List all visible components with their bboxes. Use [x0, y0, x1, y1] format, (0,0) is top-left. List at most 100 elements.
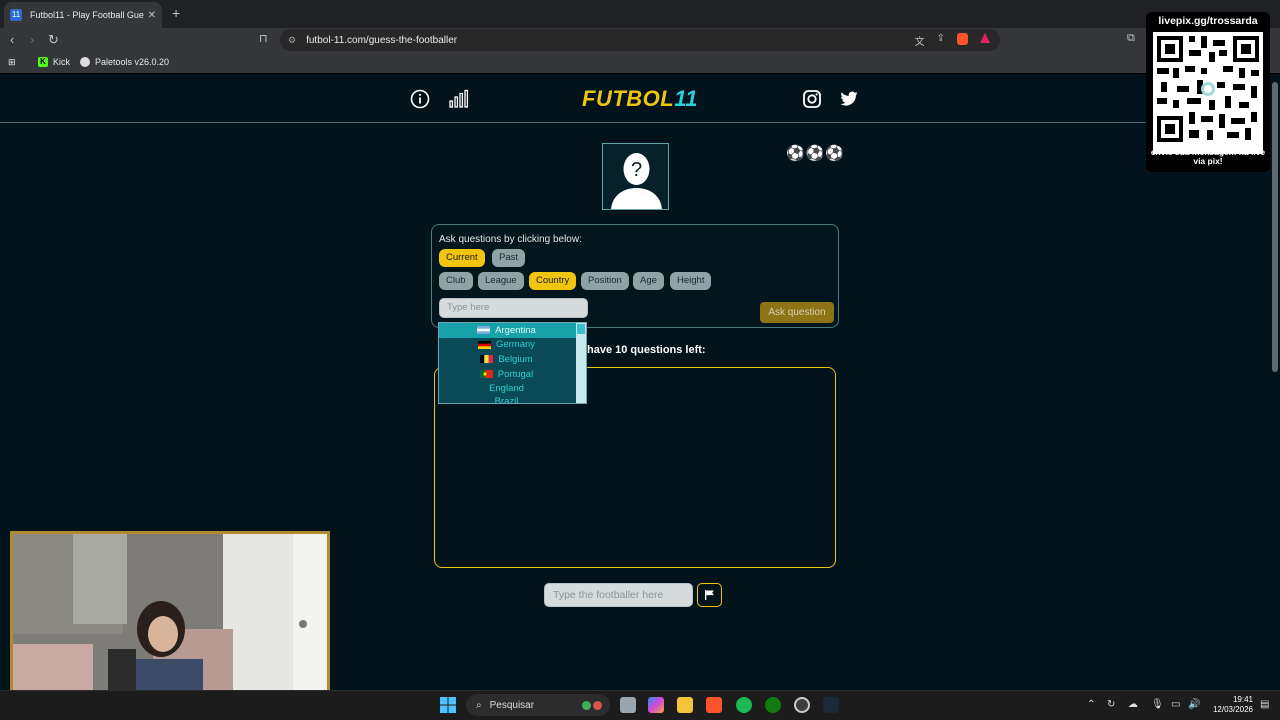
- browser-tab[interactable]: 11 Futbol11 - Play Football Guess W ✕: [4, 2, 162, 28]
- option-label: Portugal: [497, 368, 534, 380]
- reload-icon[interactable]: ↻: [48, 32, 59, 48]
- search-highlight-icon: [582, 700, 602, 710]
- category-height[interactable]: Height: [670, 272, 712, 290]
- search-label: Pesquisar: [489, 699, 535, 711]
- system-clock[interactable]: 19:41 12/03/2026: [1205, 695, 1253, 715]
- bookmark-kick[interactable]: K Kick: [38, 57, 70, 67]
- onedrive-icon[interactable]: ☁: [1128, 699, 1138, 710]
- page-scrollbar[interactable]: [1270, 76, 1280, 690]
- brave-shields-icon[interactable]: [957, 32, 968, 45]
- option-label: England: [489, 383, 524, 395]
- notifications-icon[interactable]: ▤: [1260, 699, 1269, 710]
- questions-left-text: have 10 questions left:: [587, 344, 706, 356]
- bookmark-label: Paletools v26.0.20: [95, 57, 170, 67]
- footballer-guess-input[interactable]: Type the footballer here: [544, 583, 693, 607]
- brave-browser-icon[interactable]: [706, 697, 722, 713]
- bookmark-icon[interactable]: ⊓: [259, 32, 268, 45]
- microphone-icon[interactable]: 🎙: [1151, 699, 1164, 710]
- lives-indicator: ⚽⚽⚽: [786, 145, 846, 162]
- dropdown-scroll-thumb[interactable]: [577, 324, 585, 334]
- category-country[interactable]: Country: [529, 272, 577, 290]
- country-option-england[interactable]: England: [439, 381, 586, 396]
- volume-icon[interactable]: 🔊: [1188, 699, 1200, 710]
- show-hidden-icons-icon[interactable]: ⌃: [1087, 699, 1095, 710]
- webcam-feed: [10, 531, 330, 709]
- xbox-icon[interactable]: [765, 697, 781, 713]
- country-option-argentina[interactable]: Argentina: [439, 323, 586, 338]
- url-bar[interactable]: ⚙ futbol-11.com/guess-the-footballer 文 ⇪: [280, 29, 1000, 51]
- logo-number: 11: [674, 86, 699, 111]
- twitter-icon[interactable]: [838, 88, 860, 110]
- stats-icon[interactable]: [447, 88, 469, 110]
- country-option-portugal[interactable]: Portugal: [439, 367, 586, 382]
- country-dropdown[interactable]: Argentina Germany Belgium Portugal Engla…: [438, 322, 587, 404]
- current-toggle[interactable]: Current: [439, 249, 485, 267]
- dropdown-scrollbar[interactable]: [576, 323, 586, 403]
- option-label: Argentina: [495, 324, 536, 336]
- question-panel: Ask questions by clicking below: Current…: [431, 224, 839, 328]
- spotify-icon[interactable]: [736, 697, 752, 713]
- qr-title: livepix.gg/trossarda: [1158, 15, 1258, 27]
- extensions-icon[interactable]: ⧉: [1127, 32, 1135, 45]
- site-favicon-icon: 11: [10, 9, 22, 21]
- livepix-qr-overlay: livepix.gg/trossarda envie sua mensagem …: [1146, 12, 1270, 172]
- clock-time: 19:41: [1232, 695, 1253, 704]
- mystery-player-avatar: ?: [602, 143, 669, 210]
- address-toolbar: ‹ › ↻ ⊓ ⚙ futbol-11.com/guess-the-footba…: [0, 28, 1280, 52]
- bookmarks-bar: ⊞ K Kick Paletools v26.0.20: [0, 52, 1280, 74]
- site-info-icon[interactable]: ⚙: [288, 35, 296, 46]
- page-scroll-thumb[interactable]: [1272, 82, 1278, 372]
- qr-code-icon: [1153, 32, 1263, 154]
- qr-caption: envie sua mensagem na live via pix!: [1150, 147, 1266, 166]
- task-view-icon[interactable]: [620, 697, 636, 713]
- category-club[interactable]: Club: [439, 272, 473, 290]
- question-input[interactable]: Type here: [439, 298, 588, 318]
- option-label: Germany: [495, 339, 536, 351]
- steam-icon[interactable]: [823, 697, 839, 713]
- taskbar-search[interactable]: ⌕ Pesquisar: [466, 694, 610, 716]
- give-up-button[interactable]: [697, 583, 722, 607]
- new-tab-icon[interactable]: +: [172, 5, 180, 21]
- site-logo[interactable]: FUTBOL11: [582, 86, 698, 112]
- network-icon[interactable]: ▭: [1171, 699, 1180, 710]
- logo-text: FUTBOL: [582, 86, 675, 111]
- forward-icon[interactable]: ›: [30, 32, 34, 47]
- brave-rewards-icon[interactable]: [980, 32, 990, 43]
- argentina-flag-icon: [477, 326, 491, 335]
- clock-date: 12/03/2026: [1212, 705, 1253, 714]
- bookmark-paletools[interactable]: Paletools v26.0.20: [80, 57, 169, 67]
- copilot-icon[interactable]: [648, 697, 664, 713]
- info-icon[interactable]: [409, 88, 431, 110]
- browser-tab-bar: 11 Futbol11 - Play Football Guess W ✕ +: [0, 0, 1280, 28]
- category-age[interactable]: Age: [633, 272, 664, 290]
- back-icon[interactable]: ‹: [10, 32, 14, 47]
- translate-icon[interactable]: 文: [915, 33, 925, 48]
- country-option-germany[interactable]: Germany: [439, 338, 586, 353]
- ask-question-button[interactable]: Ask question: [760, 302, 834, 323]
- tab-title: Futbol11 - Play Football Guess W: [30, 10, 144, 20]
- option-label: Brazil: [494, 395, 519, 404]
- country-option-brazil[interactable]: Brazil: [439, 395, 586, 404]
- windows-start-icon[interactable]: [440, 697, 456, 713]
- paletools-icon: [80, 57, 90, 67]
- windows-taskbar: ⌕ Pesquisar ⌃ ↻ ☁ 🎙 ▭ 🔊 19:41 12/03/2026…: [0, 690, 1280, 720]
- belgium-flag-icon: [480, 355, 494, 364]
- flag-icon: [705, 590, 714, 600]
- file-explorer-icon[interactable]: [677, 697, 693, 713]
- country-option-belgium[interactable]: Belgium: [439, 352, 586, 367]
- search-icon: ⌕: [476, 699, 482, 711]
- apps-grid-icon[interactable]: ⊞: [8, 57, 16, 68]
- past-toggle[interactable]: Past: [492, 249, 526, 267]
- category-league[interactable]: League: [478, 272, 524, 290]
- instagram-icon[interactable]: [801, 88, 823, 110]
- portugal-flag-icon: [479, 370, 493, 379]
- site-header: FUTBOL11: [0, 76, 1280, 123]
- germany-flag-icon: [477, 340, 491, 349]
- silhouette-icon: ?: [611, 153, 662, 209]
- question-panel-title: Ask questions by clicking below:: [439, 234, 582, 245]
- sync-icon[interactable]: ↻: [1107, 699, 1115, 710]
- obs-icon[interactable]: [794, 697, 810, 713]
- share-icon[interactable]: ⇪: [937, 33, 945, 48]
- close-tab-icon[interactable]: ✕: [148, 10, 156, 21]
- category-position[interactable]: Position: [581, 272, 629, 290]
